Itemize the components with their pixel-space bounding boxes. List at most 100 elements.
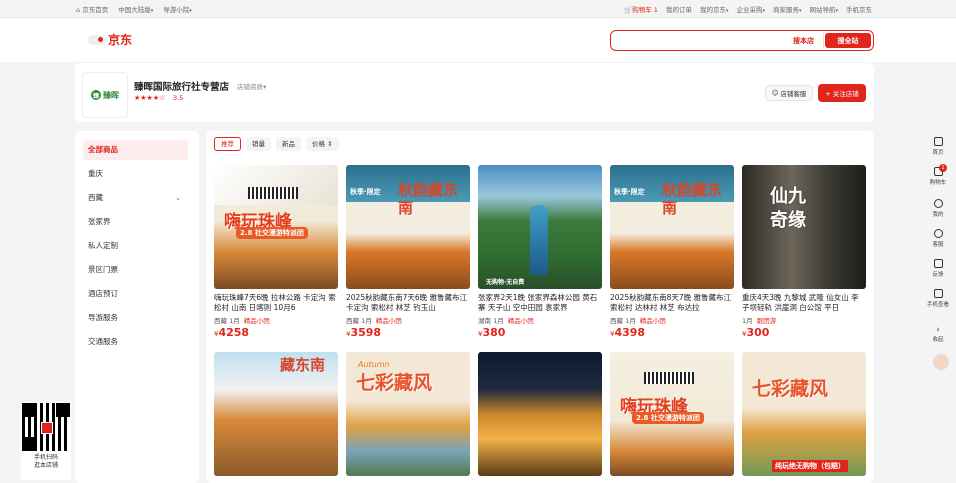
toolbar-cart[interactable]: 1 购物车: [926, 164, 950, 186]
toolbar-my[interactable]: 我的: [926, 199, 950, 218]
toolbar-service-label: 客服: [932, 242, 944, 248]
product-title[interactable]: 张家界2天1晚 张家界森林公园 黄石寨 天子山 空中田园 袁家界: [478, 293, 602, 313]
assistant-avatar[interactable]: [933, 354, 949, 370]
toolbar-service[interactable]: 客服: [926, 229, 950, 248]
chevron-down-icon: ▾: [762, 8, 765, 14]
jd-dog-icon: [88, 34, 106, 45]
toolbar-collapse[interactable]: › 收起: [926, 325, 950, 343]
search-store-button[interactable]: 搜本店: [784, 33, 824, 48]
category-chongqing[interactable]: 重庆: [83, 164, 188, 184]
jd-home-link[interactable]: ⌂ 京东首页: [76, 4, 108, 14]
store-service-button[interactable]: ☺ 店铺客服: [765, 85, 813, 101]
sort-sales[interactable]: 销量: [246, 137, 271, 151]
store-service-label: 店铺客服: [780, 90, 807, 98]
qr-icon: [933, 289, 943, 298]
merchant-link[interactable]: 商家服务▾: [773, 4, 802, 14]
product-poster-text: 藏东南: [280, 356, 326, 374]
product-title[interactable]: 嗨玩珠峰7天6晚 拉林公路 卡定沟 索松村 山南 日喀则 10月6: [214, 293, 338, 313]
region-label: 中国大陆版: [118, 6, 151, 14]
product-image[interactable]: 秋季·限定 秋韵藏东南: [610, 165, 734, 289]
product-image[interactable]: 藏东南: [214, 352, 338, 476]
product-card[interactable]: 七彩藏风 纯玩绝无购物（包赔）: [742, 352, 866, 476]
follow-store-button[interactable]: + 关注店铺: [818, 84, 866, 102]
product-title[interactable]: 重庆4天3晚 九黎城 武隆 仙女山 李子坝轻轨 洪崖洞 白公馆 平日: [742, 293, 866, 313]
product-poster-text: 秋韵藏东南: [398, 181, 459, 217]
top-cart-link[interactable]: 🛒购物车 1: [624, 4, 658, 14]
category-tibet[interactable]: 西藏 ⌄: [83, 188, 188, 208]
qr-line1: 手机扫码: [33, 454, 58, 461]
mobile-jd-link[interactable]: 手机京东: [846, 4, 872, 14]
product-card[interactable]: 嗨玩珠峰 2.8 社交漫游特派团: [610, 352, 734, 476]
product-price-value: 380: [482, 326, 506, 339]
toolbar-mobile[interactable]: 手机查看: [926, 289, 950, 308]
product-image[interactable]: 七彩藏风 纯玩绝无购物（包赔）: [742, 352, 866, 476]
site-nav-link[interactable]: 网站导航▾: [809, 4, 838, 14]
store-qualification-link[interactable]: 店铺资质▾: [237, 81, 266, 91]
enterprise-link[interactable]: 企业采购▾: [736, 4, 765, 14]
product-image[interactable]: 无购物·无自费: [478, 165, 602, 289]
store-score: 3.5: [173, 94, 184, 102]
product-image[interactable]: 嗨玩珠峰 2.8 社交漫游特派团: [610, 352, 734, 476]
store-logo[interactable]: 臻 臻晖: [82, 72, 128, 118]
qr-text: 手机扫码 逛本店铺: [21, 454, 71, 470]
product-title[interactable]: 2025秋韵藏东南7天6晚 雅鲁藏布江 卡定沟 索松村 林芝 钓玉山: [346, 293, 470, 313]
my-orders-link[interactable]: 我的订单: [666, 4, 692, 14]
category-transport[interactable]: 交通服务: [83, 332, 188, 352]
store-logo-mark: 臻: [91, 90, 101, 100]
product-card[interactable]: Autumn 七彩藏风: [346, 352, 470, 476]
home-icon: ⌂: [76, 6, 81, 14]
product-poster-text: 七彩藏风: [356, 372, 433, 394]
product-meta: 西藏 1月 精品小团: [610, 315, 734, 325]
product-price: ¥4398: [610, 326, 646, 339]
product-price: ¥300: [742, 326, 770, 339]
product-poster-sub: 无购物·无自费: [486, 279, 525, 286]
toolbar-feedback-label: 反馈: [932, 272, 944, 278]
product-card[interactable]: 仙九奇缘 重庆4天3晚 九黎城 武隆 仙女山 李子坝轻轨 洪崖洞 白公馆 平日 …: [742, 165, 866, 339]
product-poster-text: 秋韵藏东南: [662, 181, 723, 217]
toolbar-cart-label: 购物车: [929, 180, 947, 186]
category-zhangjiajie[interactable]: 张家界: [83, 212, 188, 232]
search-input[interactable]: [615, 33, 775, 47]
category-guide[interactable]: 导游服务: [83, 308, 188, 328]
product-image[interactable]: 仙九奇缘: [742, 165, 866, 289]
toolbar-home[interactable]: 首页: [926, 137, 950, 156]
jd-logo[interactable]: 京东: [88, 31, 132, 48]
sort-price[interactable]: 价格 ⇕: [306, 137, 339, 151]
product-image[interactable]: 秋季·限定 秋韵藏东南: [346, 165, 470, 289]
store-qualification-label: 店铺资质: [237, 83, 263, 91]
product-price-value: 4398: [614, 326, 646, 339]
product-card[interactable]: 无购物·无自费 张家界2天1晚 张家界森林公园 黄石寨 天子山 空中田园 袁家界…: [478, 165, 602, 339]
category-hotel[interactable]: 酒店预订: [83, 284, 188, 304]
chevron-down-icon: ▾: [150, 8, 154, 14]
product-card[interactable]: 秋季·限定 秋韵藏东南 2025秋韵藏东南7天6晚 雅鲁藏布江 卡定沟 索松村 …: [346, 165, 470, 339]
store-logo-text: 臻晖: [103, 90, 119, 100]
sort-new[interactable]: 新品: [276, 137, 301, 151]
product-poster-sub: 2.8 社交漫游特派团: [236, 227, 308, 239]
product-title[interactable]: 2025秋韵藏东南8天7晚 雅鲁藏布江 索松村 达林村 林芝 布达拉: [610, 293, 734, 313]
qr-code: [22, 403, 70, 451]
product-card[interactable]: [478, 352, 602, 476]
product-card[interactable]: 藏东南: [214, 352, 338, 476]
toolbar-feedback[interactable]: 反馈: [926, 259, 950, 278]
chevron-down-icon: ▾: [189, 8, 192, 14]
category-custom[interactable]: 私人定制: [83, 236, 188, 256]
product-image[interactable]: [478, 352, 602, 476]
my-jd-label: 我的京东: [699, 6, 726, 14]
sort-recommended[interactable]: 推荐: [214, 137, 241, 151]
category-all[interactable]: 全部商品: [83, 140, 188, 160]
region-selector[interactable]: 中国大陆版▾: [118, 4, 153, 14]
chat-icon: ☺: [771, 89, 779, 97]
store-name[interactable]: 臻晖国际旅行社专营店: [134, 79, 229, 93]
edit-icon: [933, 259, 943, 268]
chevron-down-icon: ▾: [798, 8, 802, 14]
guide-link[interactable]: 导游小院▾: [163, 4, 192, 14]
product-image[interactable]: 嗨玩珠峰 2.8 社交漫游特派团: [214, 165, 338, 289]
search-all-button[interactable]: 搜全站: [825, 33, 871, 48]
product-destination: 西藏: [346, 317, 359, 325]
product-card[interactable]: 嗨玩珠峰 2.8 社交漫游特派团 嗨玩珠峰7天6晚 拉林公路 卡定沟 索松村 山…: [214, 165, 338, 339]
category-tickets[interactable]: 景区门票: [83, 260, 188, 280]
chevron-down-icon: ▾: [725, 8, 729, 14]
my-jd-link[interactable]: 我的京东▾: [700, 4, 729, 14]
product-image[interactable]: Autumn 七彩藏风: [346, 352, 470, 476]
product-card[interactable]: 秋季·限定 秋韵藏东南 2025秋韵藏东南8天7晚 雅鲁藏布江 索松村 达林村 …: [610, 165, 734, 339]
